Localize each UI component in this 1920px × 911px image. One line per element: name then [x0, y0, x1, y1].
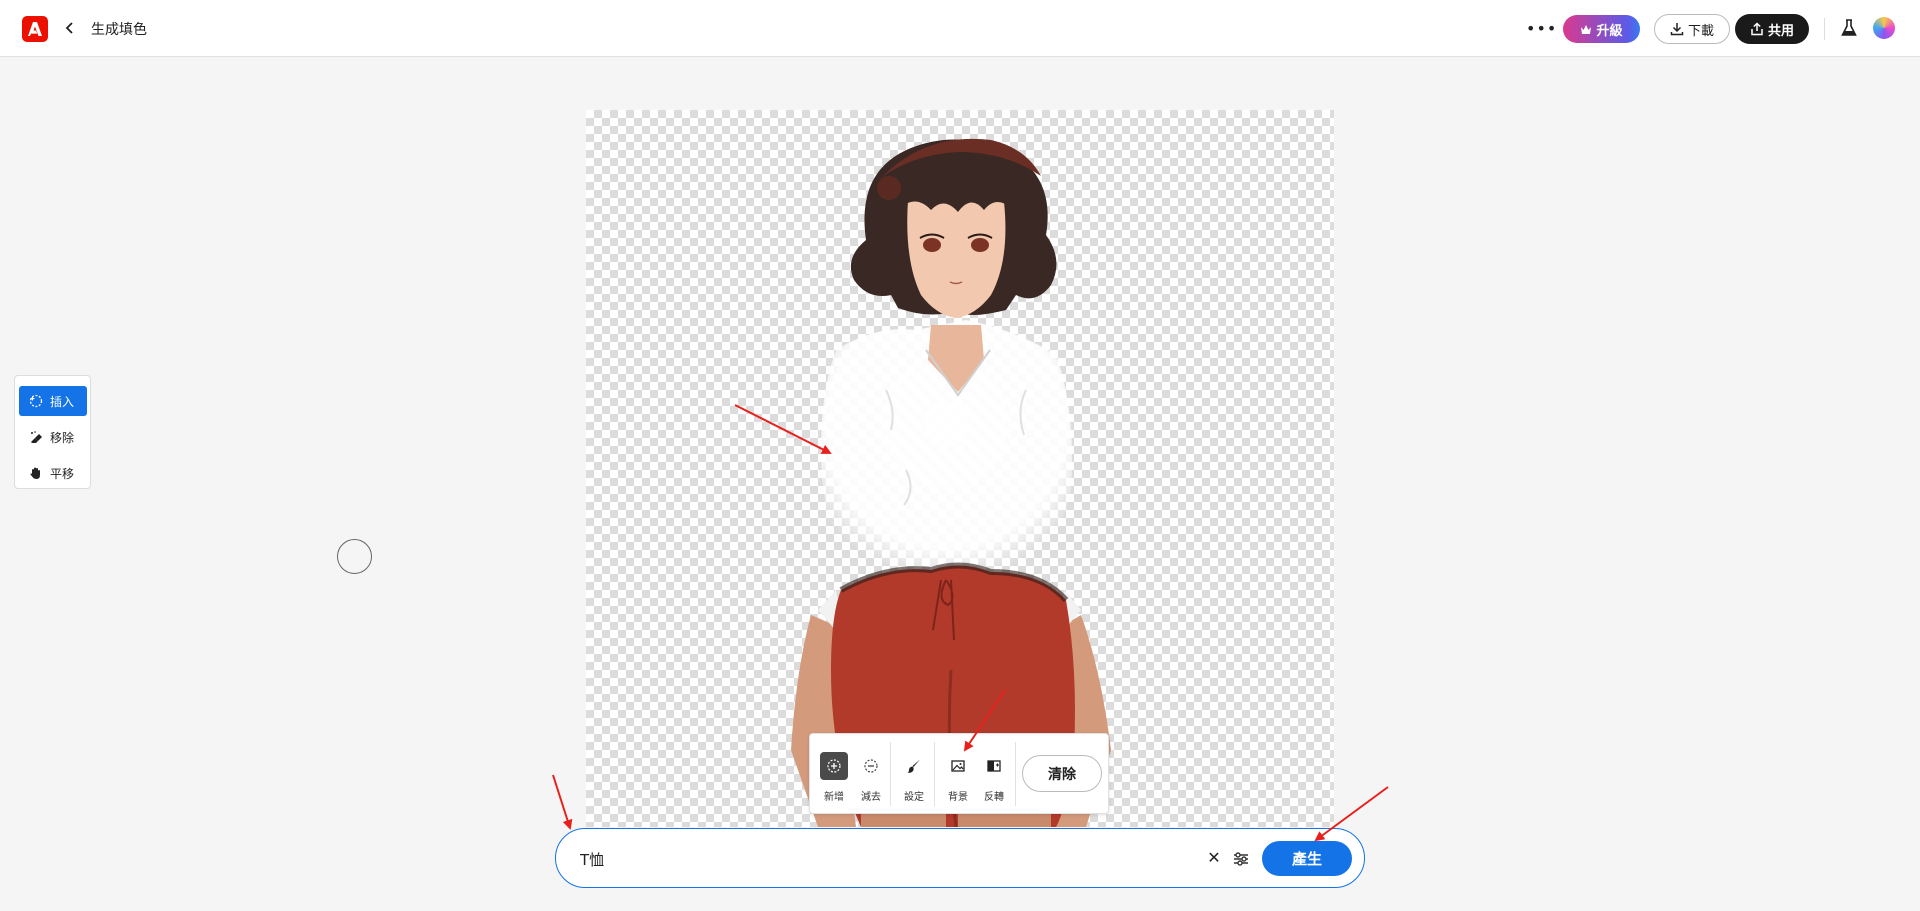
share-icon [1751, 22, 1763, 36]
top-header: 生成填色 ••• 升級 下載 共用 [0, 0, 1920, 57]
clear-selection-button[interactable]: 清除 [1022, 755, 1102, 792]
anime-girl-image [791, 138, 1111, 827]
sliders-settings-icon[interactable] [1229, 847, 1253, 871]
flask-icon[interactable] [1838, 17, 1860, 39]
download-label: 下載 [1687, 23, 1714, 39]
background-image-icon [944, 752, 972, 780]
tool-panel: 插入 移除 平移 [14, 375, 91, 489]
share-label: 共用 [1767, 23, 1794, 39]
selection-subtract-label: 減去 [861, 792, 881, 803]
share-button[interactable]: 共用 [1735, 14, 1809, 44]
insert-sparkle-icon [29, 394, 43, 408]
prompt-input[interactable] [578, 844, 1142, 874]
selection-subtract-button[interactable]: 減去 [853, 734, 889, 815]
page-title: 生成填色 [91, 22, 147, 38]
download-button[interactable]: 下載 [1654, 14, 1730, 44]
toolbar-divider [1015, 742, 1016, 806]
brush-settings-button[interactable]: 設定 [896, 734, 932, 815]
tool-label: 插入 [50, 394, 75, 409]
generate-button[interactable]: 產生 [1262, 841, 1352, 876]
pan-hand-icon [30, 467, 40, 479]
avatar[interactable] [1873, 17, 1895, 39]
tool-label: 移除 [50, 430, 75, 445]
upgrade-label: 升級 [1596, 23, 1623, 39]
tool-insert[interactable]: 插入 [19, 386, 87, 416]
remove-eraser-icon [31, 431, 42, 443]
add-selection-icon [820, 752, 848, 780]
image-canvas[interactable] [586, 110, 1334, 827]
invert-selection-button[interactable]: 反轉 [976, 734, 1012, 815]
crown-icon [1581, 24, 1592, 34]
subtract-selection-icon [857, 752, 885, 780]
invert-selection-icon [980, 752, 1008, 780]
upgrade-button[interactable]: 升級 [1563, 15, 1640, 43]
brush-icon [900, 752, 928, 780]
download-icon [1670, 23, 1684, 36]
brush-cursor [337, 539, 372, 574]
brush-settings-label: 設定 [904, 792, 924, 803]
selection-toolbar: 新增 減去 設定 背景 反轉 清除 [809, 733, 1109, 814]
adobe-logo[interactable] [22, 16, 48, 42]
invert-selection-label: 反轉 [984, 792, 1004, 803]
tool-pan[interactable]: 平移 [19, 458, 87, 488]
back-chevron-icon[interactable] [60, 18, 80, 38]
prompt-bar: ✕ 產生 [555, 828, 1365, 888]
clear-prompt-icon[interactable]: ✕ [1202, 846, 1226, 870]
annotation-arrow [552, 774, 573, 830]
tool-remove[interactable]: 移除 [19, 422, 87, 452]
more-options-icon[interactable]: ••• [1526, 17, 1556, 41]
header-divider [1824, 18, 1825, 40]
tool-label: 平移 [50, 466, 75, 481]
